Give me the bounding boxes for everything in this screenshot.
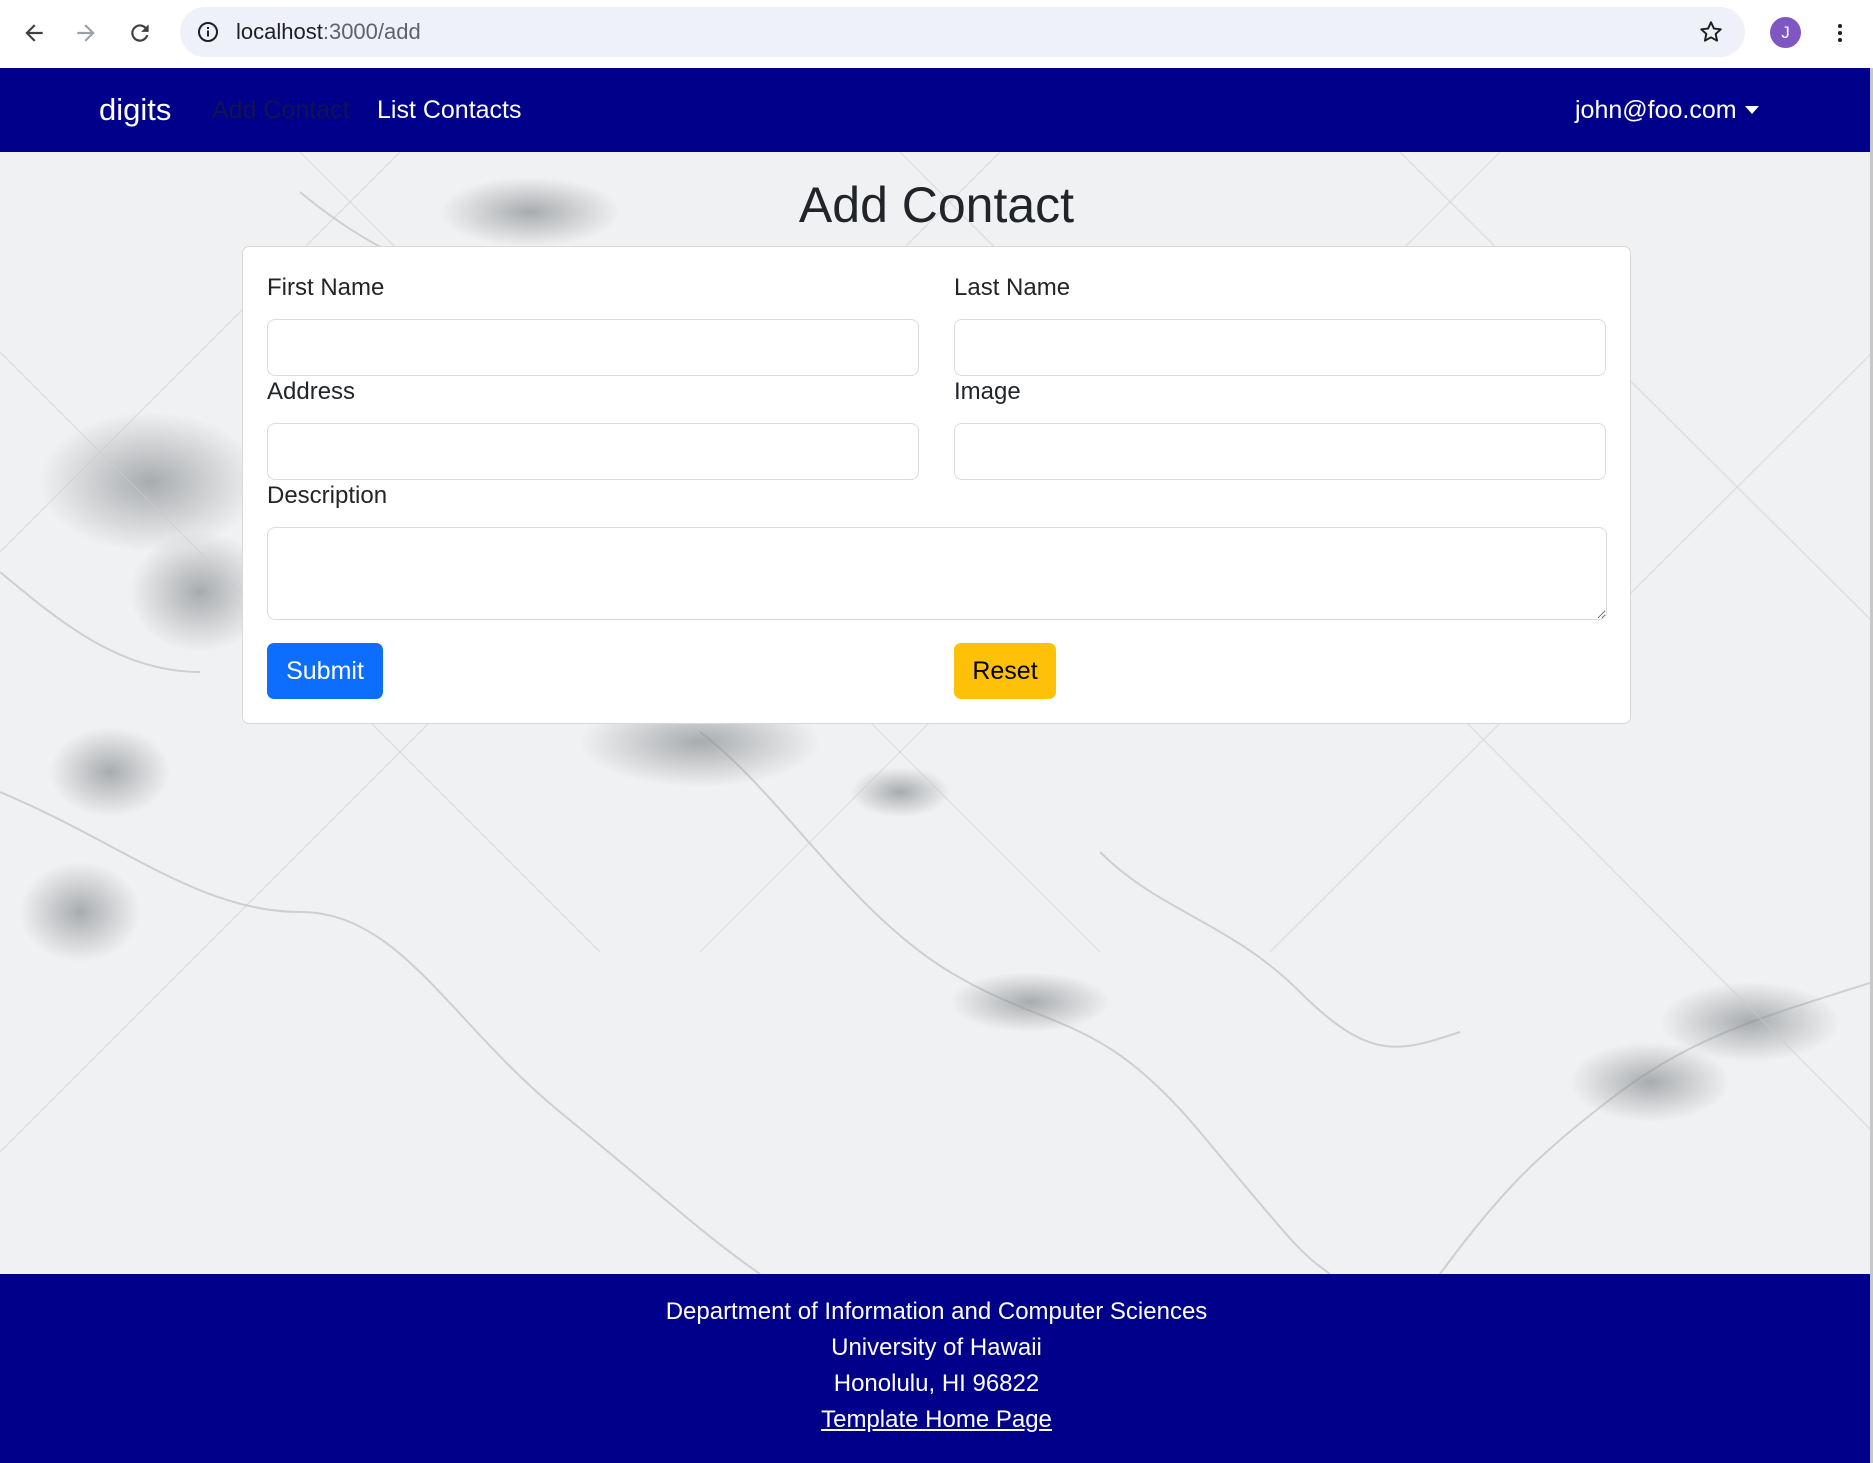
image-input[interactable]: [954, 423, 1606, 480]
url-host: localhost: [236, 19, 323, 44]
footer-address: Honolulu, HI 96822: [833, 1370, 1040, 1397]
reset-button[interactable]: Reset: [954, 643, 1056, 699]
url-text[interactable]: localhost:3000/add: [236, 7, 421, 57]
bookmark-button[interactable]: [1695, 16, 1727, 48]
submit-button[interactable]: Submit: [267, 643, 383, 699]
arrow-right-icon: [77, 24, 95, 42]
last-name-label: Last Name: [954, 274, 1071, 301]
last-name-input[interactable]: [954, 319, 1606, 376]
nav-list-contacts[interactable]: List Contacts: [377, 68, 522, 152]
caret-down-icon: [1744, 106, 1759, 114]
user-dropdown[interactable]: john@foo.com: [1575, 68, 1759, 152]
address-label: Address: [267, 378, 356, 405]
arrow-left-icon: [25, 24, 43, 42]
brand-link[interactable]: digits: [99, 68, 171, 152]
first-name-input[interactable]: [267, 319, 919, 376]
site-info-button[interactable]: [192, 16, 224, 48]
info-icon: [198, 22, 218, 42]
template-home-link[interactable]: Template Home Page: [821, 1406, 1052, 1433]
image-label: Image: [954, 378, 1021, 405]
description-label: Description: [267, 482, 388, 509]
page-title: Add Contact: [798, 177, 1075, 233]
reload-button[interactable]: [120, 13, 160, 53]
footer-university: University of Hawaii: [831, 1334, 1042, 1361]
add-contact-form: First Name Last Name Address Image Descr…: [242, 246, 1631, 724]
nav-add-contact[interactable]: Add Contact: [212, 68, 350, 152]
address-bar[interactable]: localhost:3000/add: [180, 7, 1745, 57]
first-name-label: First Name: [267, 274, 385, 301]
profile-avatar[interactable]: J: [1770, 17, 1801, 48]
browser-menu-button[interactable]: [1820, 13, 1860, 53]
kebab-menu-icon: [1838, 24, 1842, 42]
site-footer: Department of Information and Computer S…: [0, 1274, 1873, 1463]
browser-toolbar: localhost:3000/add J: [0, 0, 1873, 68]
site-navbar: digits Add Contact List Contacts john@fo…: [0, 68, 1873, 152]
user-email: john@foo.com: [1575, 96, 1737, 124]
footer-department: Department of Information and Computer S…: [665, 1298, 1208, 1325]
reload-icon: [131, 24, 149, 42]
star-icon: [1700, 21, 1722, 42]
url-path: :3000/add: [322, 19, 421, 44]
back-button[interactable]: [14, 13, 54, 53]
address-input[interactable]: [267, 423, 919, 480]
forward-button[interactable]: [66, 13, 106, 53]
description-textarea[interactable]: [267, 527, 1607, 620]
